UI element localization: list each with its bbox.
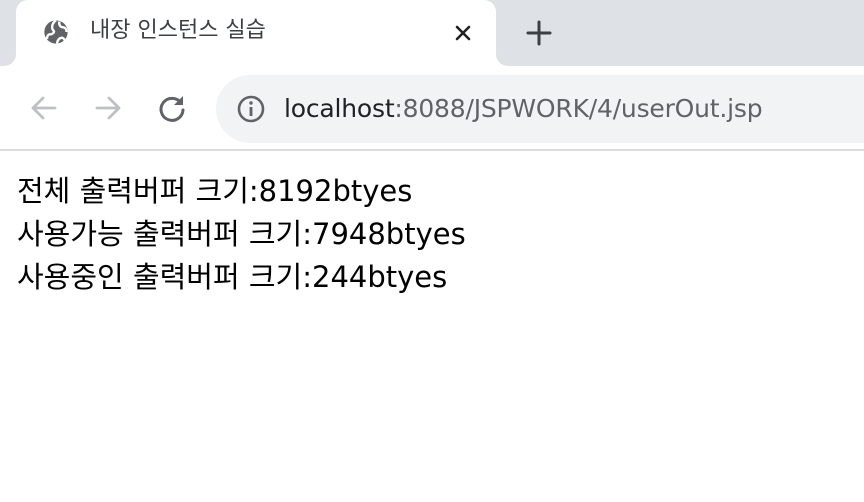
available-buffer-size-text: 사용가능 출력버퍼 크기:7948btyes [17,217,466,251]
tab-active[interactable]: 내장 인스턴스 실습 [16,0,496,66]
arrow-left-icon[interactable] [26,90,62,126]
toolbar: localhost:8088/JSPWORK/4/userOut.jsp [0,66,864,151]
arrow-right-icon[interactable] [90,90,126,126]
info-icon[interactable] [236,94,266,124]
url-host: localhost [284,94,395,123]
reload-icon[interactable] [154,90,190,126]
address-bar[interactable]: localhost:8088/JSPWORK/4/userOut.jsp [216,75,864,143]
url-text[interactable]: localhost:8088/JSPWORK/4/userOut.jsp [284,93,763,125]
plus-icon[interactable] [522,16,556,50]
browser-window: 내장 인스턴스 실습 localhost:8088/JSPWORK/4/user… [0,0,864,502]
globe-icon [42,18,70,46]
total-buffer-size-text: 전체 출력버퍼 크기:8192btyes [17,174,413,208]
tab-title: 내장 인스턴스 실습 [90,18,266,43]
close-icon[interactable] [450,20,476,46]
page-content: 전체 출력버퍼 크기:8192btyes 사용가능 출력버퍼 크기:7948bt… [17,170,857,299]
tab-strip: 내장 인스턴스 실습 [0,0,864,66]
url-path: :8088/JSPWORK/4/userOut.jsp [394,94,763,123]
used-buffer-size-text: 사용중인 출력버퍼 크기:244btyes [17,260,448,294]
